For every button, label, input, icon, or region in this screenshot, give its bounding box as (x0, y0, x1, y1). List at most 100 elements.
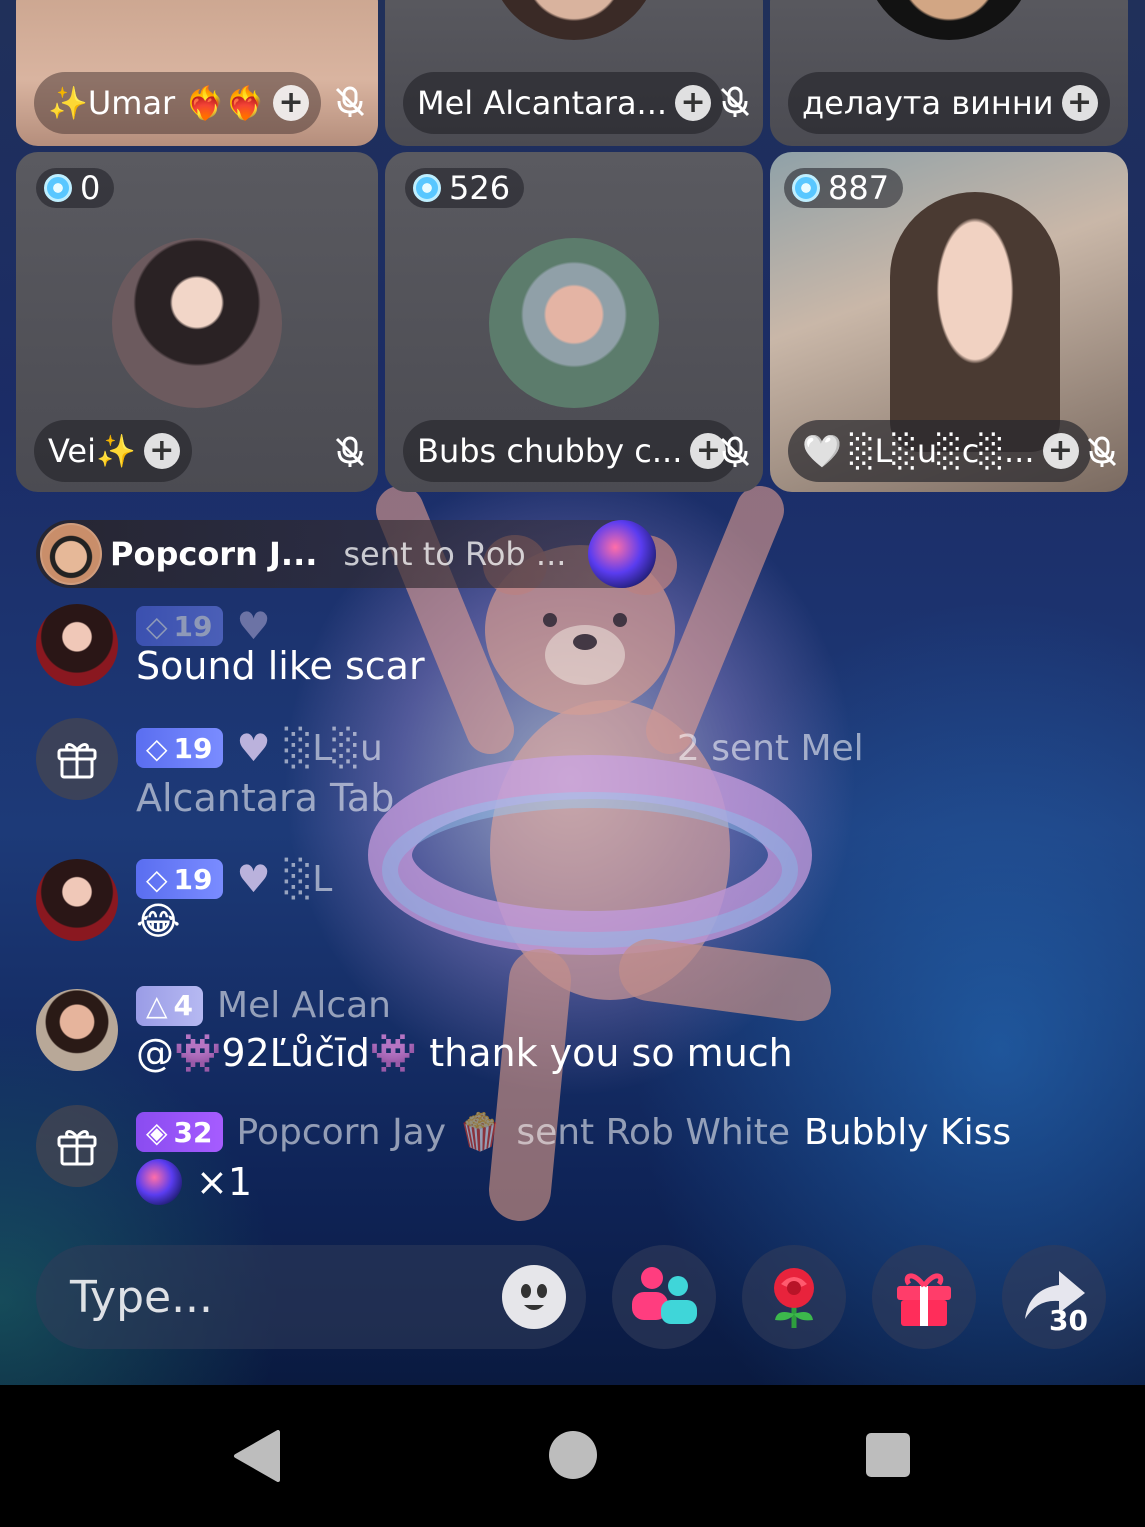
gift-event-icon (36, 718, 118, 800)
seat-name-pill[interactable]: делаута винни + (788, 72, 1110, 134)
seat-name: ░L░u░c░... (849, 432, 1035, 470)
chat-username: Popcorn Jay 🍿 (236, 1112, 503, 1153)
chat-username: ░L (284, 858, 333, 900)
gift-icon (897, 1273, 951, 1326)
gift-box-icon (57, 1130, 97, 1166)
level-badge: ◇ 19 (136, 859, 223, 899)
chat-avatar (36, 989, 118, 1071)
chat-username: ░L░u (284, 727, 383, 769)
mic-off-icon (720, 436, 750, 467)
heart-icon: ♥ (236, 726, 271, 770)
gem-icon (792, 174, 820, 202)
level-number: 32 (173, 1115, 213, 1149)
share-count: 30 (1049, 1304, 1088, 1337)
chat-avatar (36, 859, 118, 941)
mic-off-icon (1087, 436, 1117, 467)
follow-plus-icon[interactable]: + (143, 433, 180, 469)
chat-message[interactable]: △ 4 Mel Alcan @👾92Ľůčīd👾 thank you so mu… (36, 985, 1096, 1085)
level-number: 19 (173, 862, 213, 896)
seat-card[interactable]: ✨Umar ❤️‍🔥❤️‍🔥 + (16, 0, 378, 146)
gift-button[interactable] (872, 1245, 976, 1349)
seat-avatar (489, 0, 659, 40)
seat-card[interactable]: делаута винни + (770, 0, 1128, 146)
seat-card[interactable]: 526 Bubs chubby c... + (385, 152, 763, 492)
chat-text: Sound like scar (136, 644, 425, 688)
chat-message[interactable]: ◇ 19 ♥ ░L░u 2 sent Mel Alcantara Tab (36, 718, 1096, 828)
chat-gift-recipient: Alcantara Tab (136, 776, 395, 820)
seat-score-badge: 887 (784, 168, 904, 208)
chat-gift-text: sent Rob White (516, 1111, 791, 1153)
seat-score-badge: 0 (36, 168, 115, 208)
seat-name: Vei✨ (48, 432, 136, 470)
rose-gift-button[interactable] (742, 1245, 846, 1349)
gift-name: Bubbly Kiss (804, 1111, 1012, 1153)
gift-notification-banner[interactable]: Popcorn J... sent to Rob ... (36, 520, 656, 588)
chat-meta: △ 4 Mel Alcan (136, 985, 391, 1026)
smiley-icon (521, 1284, 547, 1310)
streamer-video (890, 192, 1060, 452)
chat-message[interactable]: ◇ 19 ♥ ░L 😂 (36, 855, 1096, 955)
chat-gift-text: 2 sent Mel (676, 727, 864, 769)
gift-count-line: ×1 (136, 1159, 252, 1205)
seat-avatar (112, 238, 282, 408)
gift-bubble-icon (588, 520, 656, 588)
heart-icon: ♥ (236, 604, 271, 648)
rose-icon (774, 1268, 814, 1328)
gift-bubble-icon (136, 1159, 182, 1205)
level-badge: ◈ 32 (136, 1112, 223, 1152)
gift-event-icon (36, 1105, 118, 1187)
sender-avatar (40, 523, 102, 585)
chat-text: @👾92Ľůčīd👾 thank you so much (136, 1031, 793, 1075)
follow-plus-icon[interactable]: + (273, 85, 310, 121)
live-room: ✨Umar ❤️‍🔥❤️‍🔥 + Mel Alcantara... + дела… (0, 0, 1145, 1385)
follow-plus-icon[interactable]: + (1042, 433, 1079, 469)
input-placeholder: Type... (70, 1271, 214, 1323)
level-badge: △ 4 (136, 985, 204, 1026)
chat-username: Mel Alcan (217, 985, 391, 1026)
level-number: 4 (173, 989, 194, 1022)
seat-name-pill[interactable]: Bubs chubby c... + (403, 420, 739, 482)
seat-card[interactable]: Mel Alcantara... + (385, 0, 763, 146)
chat-meta: ◇ 19 ♥ ░L (136, 857, 332, 901)
chat-meta: ◇ 19 ♥ (136, 604, 271, 648)
banner-text: sent to Rob ... (343, 535, 567, 573)
gift-count: ×1 (196, 1160, 253, 1204)
seat-card-live-video[interactable]: 887 🤍 ░L░u░c░... + (770, 152, 1128, 492)
level-number: 19 (173, 609, 213, 643)
back-icon[interactable] (232, 1430, 280, 1482)
seat-avatar (864, 0, 1034, 40)
chat-message[interactable]: ◇ 19 ♥ Sound like scar (36, 600, 1096, 700)
seat-name-pill[interactable]: ✨Umar ❤️‍🔥❤️‍🔥 + (34, 72, 322, 134)
chat-message[interactable]: ◈ 32 Popcorn Jay 🍿 sent Rob White Bubbly… (36, 1105, 1096, 1215)
heart-icon: ♥ (236, 857, 271, 901)
gem-icon (44, 174, 72, 202)
level-number: 19 (173, 731, 213, 765)
seat-avatar (489, 238, 659, 408)
seat-name-pill[interactable]: Vei✨ + (34, 420, 192, 482)
share-button[interactable]: 30 (1002, 1245, 1106, 1349)
home-icon[interactable] (548, 1430, 598, 1480)
chat-text: 😂 (136, 899, 181, 943)
seat-score: 887 (828, 169, 890, 207)
seat-name: ✨Umar ❤️‍🔥❤️‍🔥 (48, 84, 266, 122)
heart-badge: 🤍 (802, 432, 842, 470)
mic-off-icon (720, 86, 750, 117)
seat-score: 0 (80, 169, 101, 207)
gem-icon (413, 174, 441, 202)
chat-meta: ◇ 19 ♥ ░L░u 2 sent Mel (136, 726, 864, 770)
invite-users-button[interactable] (612, 1245, 716, 1349)
mic-off-icon (335, 436, 365, 467)
seat-card[interactable]: 0 Vei✨ + (16, 152, 378, 492)
level-badge: ◇ 19 (136, 606, 223, 646)
seat-name-pill[interactable]: 🤍 ░L░u░c░... + (788, 420, 1091, 482)
seat-name: Bubs chubby c... (417, 432, 683, 470)
recents-icon[interactable] (865, 1430, 911, 1480)
seat-score-badge: 526 (405, 168, 525, 208)
follow-plus-icon[interactable]: + (675, 85, 712, 121)
gift-box-icon (57, 743, 97, 779)
banner-sender: Popcorn J... (110, 535, 318, 573)
mic-off-icon (335, 86, 365, 117)
emoji-button[interactable] (502, 1265, 566, 1329)
follow-plus-icon[interactable]: + (1061, 85, 1098, 121)
seat-name-pill[interactable]: Mel Alcantara... + (403, 72, 724, 134)
